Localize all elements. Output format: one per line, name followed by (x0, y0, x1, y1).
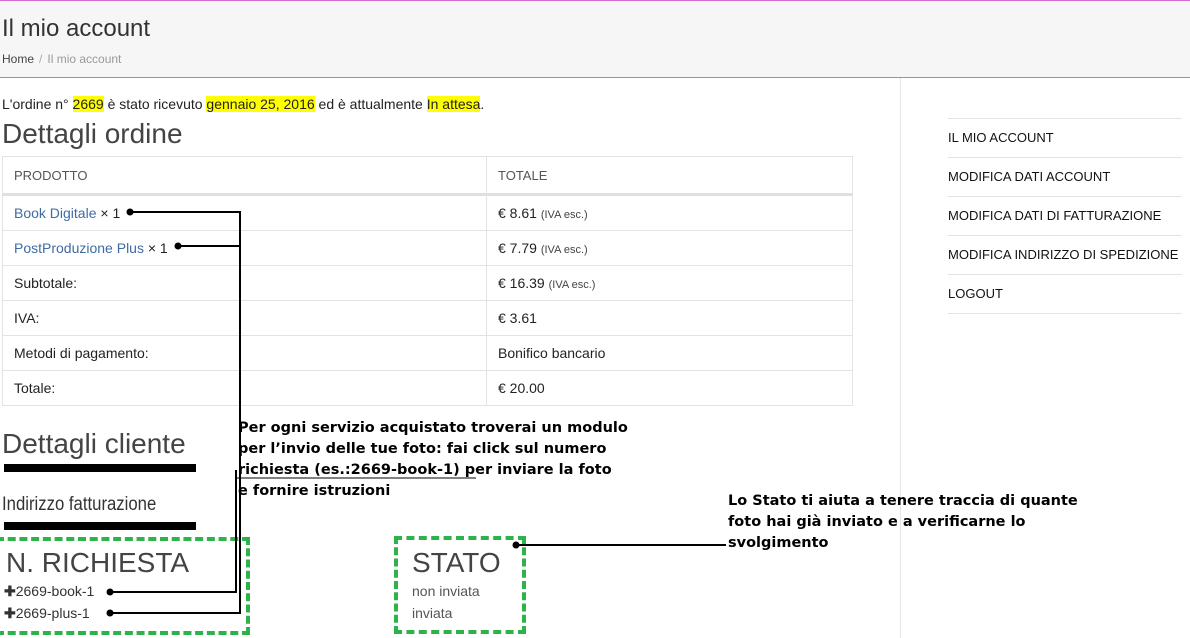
table-row-total: Totale: € 20.00 (2, 370, 853, 406)
order-details-table: PRODOTTO TOTALE Book Digitale × 1 € 8.61… (2, 156, 853, 406)
product-total: € 7.79 (498, 240, 537, 256)
order-status: In attesa (426, 96, 481, 112)
annotation-line: svolgimento (728, 535, 829, 551)
request-item[interactable]: ✚2669-book-1 (4, 583, 94, 600)
page-header: Il mio account Home / Il mio account (0, 0, 1190, 78)
sidebar-item-edit-billing[interactable]: MODIFICA DATI DI FATTURAZIONE (948, 196, 1182, 235)
product-qty: × 1 (100, 205, 121, 221)
status-annotation: Lo Stato ti aiuta a tenere traccia di qu… (728, 491, 1078, 554)
order-details-title: Dettagli ordine (2, 118, 183, 149)
sidebar-divider (900, 78, 901, 638)
redaction-bar (4, 464, 196, 472)
customer-details-title: Dettagli cliente (2, 428, 186, 459)
tax-note: (IVA esc.) (548, 279, 596, 291)
product-total: € 8.61 (498, 205, 537, 221)
payment-value: Bonifico bancario (486, 335, 853, 371)
product-total-cell: € 7.79 (IVA esc.) (486, 230, 853, 266)
page-title: Il mio account (2, 15, 151, 42)
subtotal-label: Subtotale: (2, 265, 487, 301)
breadcrumb: Home / Il mio account (2, 52, 121, 66)
status-header: STATO (412, 547, 501, 578)
notice-text: . (480, 96, 485, 112)
annotation-line: Lo Stato ti aiuta a tenere traccia di qu… (728, 493, 1078, 509)
sidebar-item-edit-shipping[interactable]: MODIFICA INDIRIZZO DI SPEDIZIONE (948, 235, 1182, 274)
notice-text: ed è attualmente (314, 96, 427, 112)
plus-icon: ✚ (4, 583, 16, 599)
table-row: Book Digitale × 1 € 8.61 (IVA esc.) (2, 194, 853, 231)
notice-text: è stato ricevuto (103, 96, 207, 112)
product-cell: Book Digitale × 1 (2, 194, 487, 231)
sidebar-item-my-account[interactable]: IL MIO ACCOUNT (948, 118, 1182, 157)
status-item: non inviata (412, 583, 480, 599)
annotation-line: foto hai già inviato e a verificarne lo (728, 514, 1026, 530)
annotation-line: per l’invio delle tue foto: fai click su… (238, 441, 607, 457)
product-qty: × 1 (147, 240, 168, 256)
sidebar-item-edit-account[interactable]: MODIFICA DATI ACCOUNT (948, 157, 1182, 196)
breadcrumb-home-link[interactable]: Home (2, 52, 34, 66)
order-notice: L'ordine n° 2669 è stato ricevuto gennai… (2, 96, 484, 112)
annotation-line: e fornire istruzioni (238, 483, 391, 499)
column-header-total: TOTALE (486, 156, 853, 196)
annotation-line: richiesta (es.:2669-book-1) per inviare … (238, 462, 612, 478)
table-header-row: PRODOTTO TOTALE (2, 156, 853, 196)
table-row-iva: IVA: € 3.61 (2, 300, 853, 336)
status-item: inviata (412, 605, 453, 621)
annotation-line: Per ogni servizio acquistato troverai un… (238, 420, 628, 436)
request-link[interactable]: 2669-book-1 (16, 583, 95, 599)
table-row-subtotal: Subtotale: € 16.39 (IVA esc.) (2, 265, 853, 301)
product-link-book-digitale[interactable]: Book Digitale (14, 205, 97, 221)
request-annotation: Per ogni servizio acquistato troverai un… (238, 418, 628, 502)
account-sidebar: IL MIO ACCOUNT MODIFICA DATI ACCOUNT MOD… (948, 118, 1182, 314)
requests-header: N. RICHIESTA (6, 547, 190, 578)
order-number: 2669 (72, 96, 104, 112)
redaction-bar (4, 522, 196, 530)
subtotal-cell: € 16.39 (IVA esc.) (486, 265, 853, 301)
product-link-postproduzione-plus[interactable]: PostProduzione Plus (14, 240, 144, 256)
breadcrumb-current: Il mio account (47, 52, 122, 66)
request-item[interactable]: ✚2669-plus-1 (4, 605, 90, 622)
payment-label: Metodi di pagamento: (2, 335, 487, 371)
order-date: gennaio 25, 2016 (206, 96, 315, 112)
product-cell: PostProduzione Plus × 1 (2, 230, 487, 266)
iva-label: IVA: (2, 300, 487, 336)
billing-address-title: Indirizzo fatturazione (2, 494, 157, 515)
tax-note: (IVA esc.) (540, 244, 588, 256)
breadcrumb-separator: / (39, 52, 43, 66)
sidebar-item-logout[interactable]: LOGOUT (948, 274, 1182, 314)
product-total-cell: € 8.61 (IVA esc.) (486, 194, 853, 231)
iva-value: € 3.61 (486, 300, 853, 336)
plus-icon: ✚ (4, 605, 16, 621)
notice-text: L'ordine n° (2, 96, 73, 112)
total-value: € 20.00 (486, 370, 853, 406)
subtotal-value: € 16.39 (498, 275, 545, 291)
table-row-payment: Metodi di pagamento: Bonifico bancario (2, 335, 853, 371)
request-link[interactable]: 2669-plus-1 (16, 605, 90, 621)
total-label: Totale: (2, 370, 487, 406)
tax-note: (IVA esc.) (540, 209, 588, 221)
column-header-product: PRODOTTO (2, 156, 487, 196)
table-row: PostProduzione Plus × 1 € 7.79 (IVA esc.… (2, 230, 853, 266)
